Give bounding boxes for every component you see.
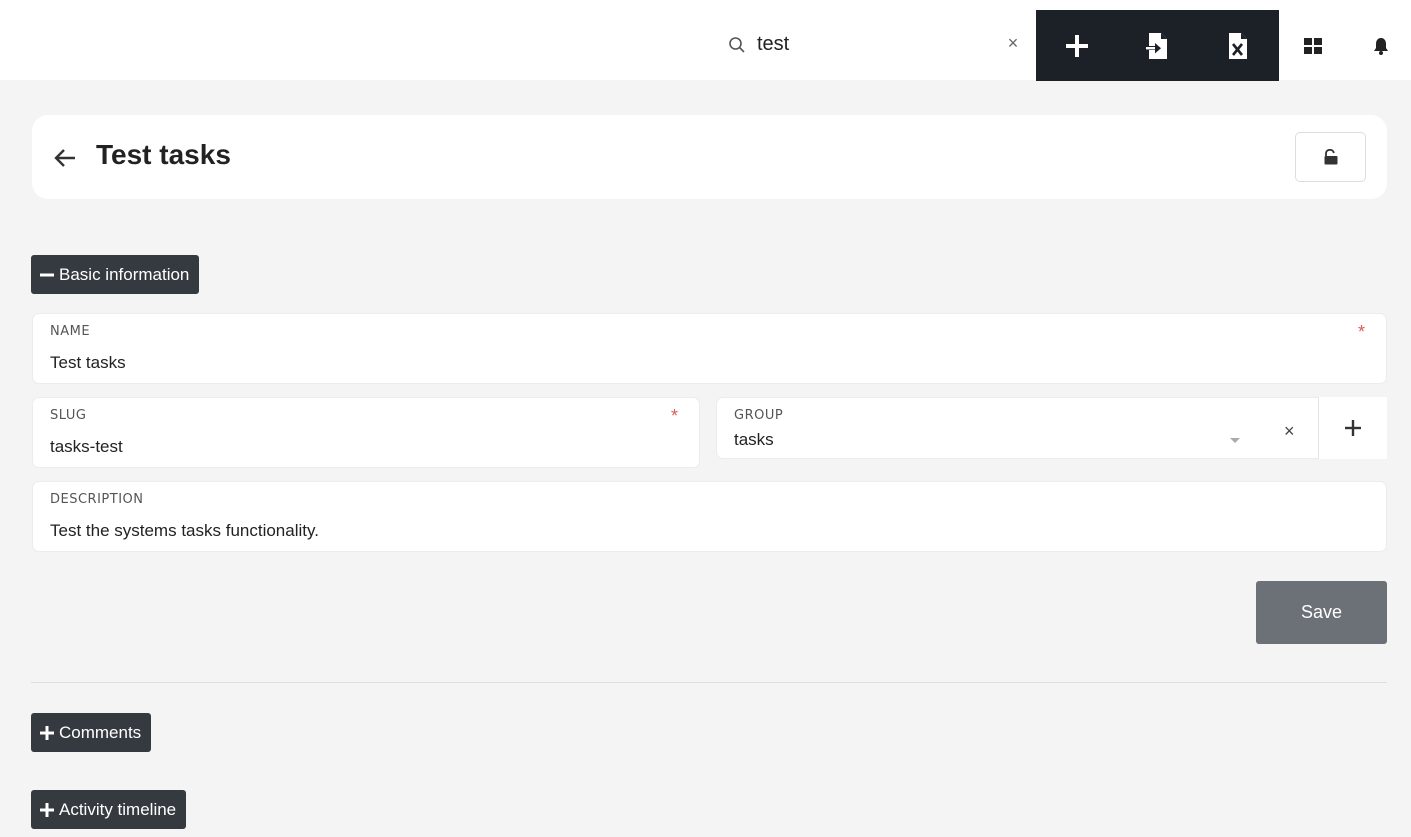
add-group-button[interactable]: [1318, 397, 1387, 459]
field-label: SLUG: [50, 408, 87, 423]
lock-button[interactable]: [1295, 132, 1366, 182]
slug-field[interactable]: SLUG tasks-test *: [32, 397, 700, 468]
plus-icon: [40, 725, 54, 740]
required-marker: *: [671, 406, 679, 426]
name-value[interactable]: Test tasks: [50, 353, 126, 373]
export-excel-icon: [1228, 32, 1247, 59]
description-value[interactable]: Test the systems tasks functionality.: [50, 521, 319, 541]
export-excel-button[interactable]: [1198, 10, 1279, 81]
grid-icon: [1304, 38, 1322, 54]
toolbar-action-group: [1036, 10, 1279, 81]
slug-value[interactable]: tasks-test: [50, 437, 123, 457]
add-icon: [1065, 34, 1088, 57]
page-title: Test tasks: [96, 139, 231, 170]
search-icon: [729, 37, 745, 53]
group-select[interactable]: GROUP tasks ×: [716, 397, 1319, 459]
divider: [31, 682, 1387, 683]
activity-timeline-toggle[interactable]: Activity timeline: [31, 790, 187, 829]
notifications-button[interactable]: [1368, 33, 1394, 59]
field-label: NAME: [50, 324, 91, 339]
group-value[interactable]: tasks: [734, 430, 774, 450]
minus-icon: [40, 268, 54, 282]
grid-button[interactable]: [1300, 33, 1326, 59]
group-clear-button[interactable]: ×: [1284, 421, 1295, 441]
section-label: Basic information: [59, 264, 190, 284]
name-field[interactable]: NAME Test tasks *: [32, 313, 1387, 384]
save-button[interactable]: Save: [1256, 581, 1387, 644]
import-button[interactable]: [1117, 10, 1198, 81]
basic-information-toggle[interactable]: Basic information: [31, 255, 200, 294]
search-input[interactable]: [757, 30, 997, 58]
description-field[interactable]: DESCRIPTION Test the systems tasks funct…: [32, 481, 1387, 552]
add-button[interactable]: [1036, 10, 1117, 81]
comments-toggle[interactable]: Comments: [31, 713, 152, 752]
field-label: GROUP: [734, 408, 784, 423]
chevron-down-icon[interactable]: [1230, 438, 1240, 443]
arrow-left-icon[interactable]: [52, 145, 78, 171]
section-label: Activity timeline: [59, 799, 177, 819]
import-icon: [1144, 32, 1167, 59]
field-label: DESCRIPTION: [50, 492, 144, 507]
required-marker: *: [1358, 322, 1366, 342]
bell-icon: [1374, 38, 1388, 55]
section-label: Comments: [59, 722, 142, 742]
search-clear-button[interactable]: ×: [1003, 33, 1023, 53]
unlock-icon: [1324, 149, 1337, 165]
plus-icon: [40, 802, 54, 817]
plus-icon: [1345, 420, 1361, 436]
page-header: Test tasks: [32, 115, 1387, 199]
top-bar: ×: [0, 0, 1411, 81]
